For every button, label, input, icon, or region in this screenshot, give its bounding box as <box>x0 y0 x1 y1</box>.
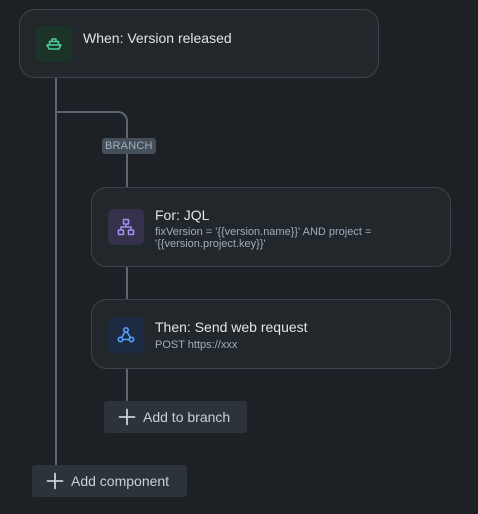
webhook-icon <box>117 326 135 343</box>
trigger-card[interactable]: When: Version released <box>19 9 379 78</box>
branch-inner-line-1 <box>126 266 128 300</box>
condition-title: For: JQL <box>155 207 210 223</box>
add-to-branch-label: Add to branch <box>143 409 231 425</box>
plus-icon <box>46 472 64 490</box>
trigger-icon-box <box>36 26 72 62</box>
condition-icon-box <box>108 209 144 245</box>
trigger-title: When: Version released <box>83 30 232 46</box>
action-description: POST https://xxx <box>155 339 238 351</box>
add-component-button[interactable]: Add component <box>32 465 187 497</box>
add-to-branch-button[interactable]: Add to branch <box>104 401 247 433</box>
hierarchy-icon <box>117 218 135 236</box>
branch-lozenge: BRANCH <box>102 138 156 154</box>
action-title: Then: Send web request <box>155 319 308 335</box>
branch-inner-line-2 <box>126 368 128 402</box>
action-icon-box <box>108 317 144 353</box>
plus-icon <box>118 408 136 426</box>
condition-description: fixVersion = '{{version.name}}' AND proj… <box>155 226 372 250</box>
action-card[interactable]: Then: Send web request POST https://xxx <box>91 299 451 369</box>
condition-card[interactable]: For: JQL fixVersion = '{{version.name}}'… <box>91 187 451 267</box>
add-component-label: Add component <box>71 473 170 489</box>
ship-icon <box>46 38 62 50</box>
